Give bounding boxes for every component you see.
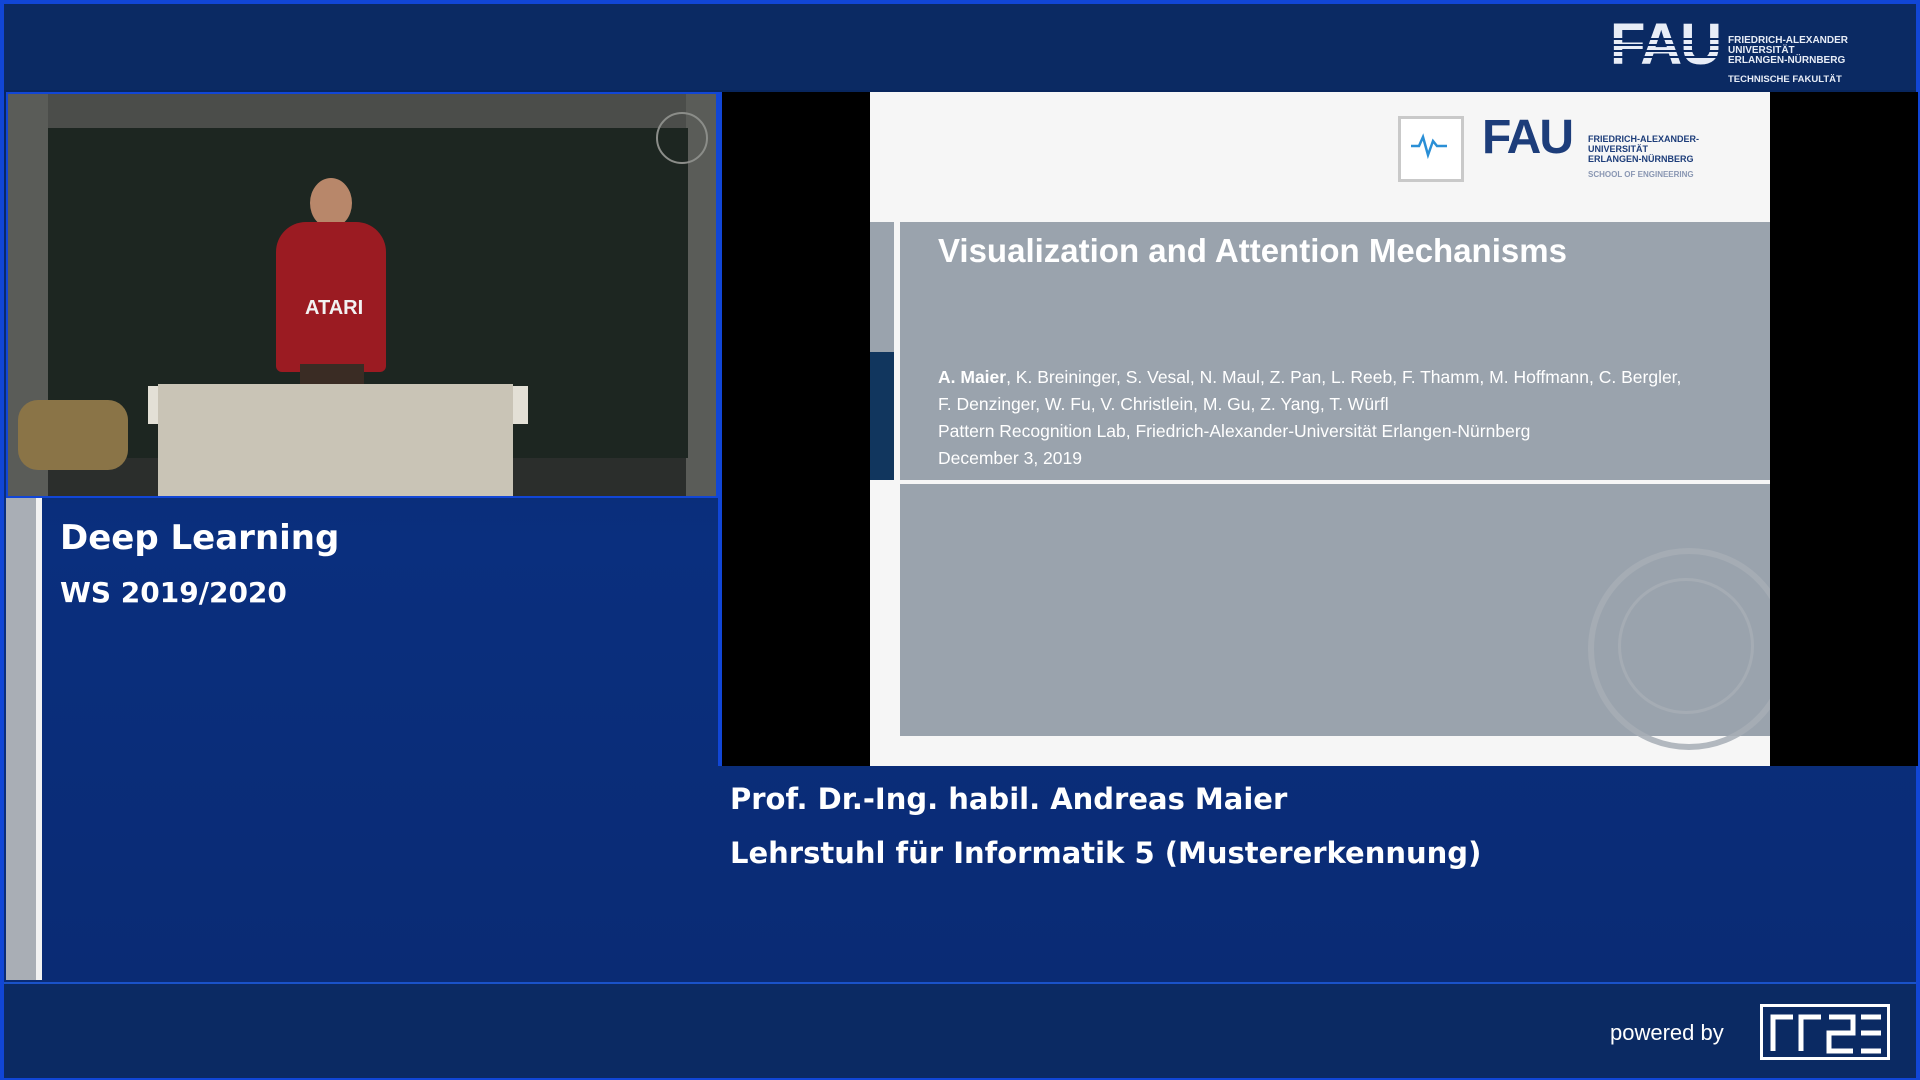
bag	[18, 400, 128, 470]
course-title: Deep Learning	[60, 518, 340, 558]
slide-affiliation: Pattern Recognition Lab, Friedrich-Alexa…	[938, 421, 1531, 441]
slide-school-label: SCHOOL OF ENGINEERING	[1588, 170, 1694, 179]
slide-fau-lines: FRIEDRICH-ALEXANDER- UNIVERSITÄT ERLANGE…	[1588, 134, 1699, 164]
slide-fau-logo: FAU	[1482, 111, 1574, 164]
header-bar: FAU FRIEDRICH-ALEXANDER UNIVERSITÄT ERLA…	[4, 4, 1916, 90]
lead-author: A. Maier	[938, 367, 1007, 387]
shirt-text: ATARI	[305, 297, 364, 319]
fau-logo-lines: FRIEDRICH-ALEXANDER UNIVERSITÄT ERLANGEN…	[1728, 36, 1848, 66]
slide-date: December 3, 2019	[938, 448, 1082, 468]
slide-fau-line-3: ERLANGEN-NÜRNBERG	[1588, 154, 1694, 164]
lab-logo-icon	[1398, 116, 1464, 182]
video-wall	[8, 94, 716, 128]
slide-view[interactable]: FAU FRIEDRICH-ALEXANDER- UNIVERSITÄT ERL…	[718, 92, 1918, 766]
slide-fau-line-2: UNIVERSITÄT	[1588, 144, 1649, 154]
slide-authors: A. Maier, K. Breininger, S. Vesal, N. Ma…	[938, 364, 1770, 472]
authors-line-2: F. Denzinger, W. Fu, V. Christlein, M. G…	[938, 394, 1389, 414]
powered-by-label: powered by	[1610, 1020, 1724, 1045]
footer-bar: powered by	[4, 982, 1916, 1078]
slide-accent-light	[870, 222, 894, 352]
lecturer-name: Prof. Dr.-Ing. habil. Andreas Maier	[730, 782, 1288, 816]
course-semester: WS 2019/2020	[60, 576, 287, 609]
fau-logo-line-3: ERLANGEN-NÜRNBERG	[1728, 55, 1846, 66]
slide: FAU FRIEDRICH-ALEXANDER- UNIVERSITÄT ERL…	[870, 92, 1770, 766]
panel-accent-strip	[6, 498, 36, 980]
slide-title-band: Visualization and Attention Mechanisms A…	[900, 222, 1770, 480]
university-seal-icon	[656, 112, 708, 164]
lecturer-head	[310, 178, 352, 228]
lecture-video[interactable]: ATARI	[6, 92, 718, 498]
lecturer-chair: Lehrstuhl für Informatik 5 (Mustererkenn…	[730, 836, 1482, 870]
desk	[158, 384, 513, 496]
fau-logo-stripes	[1610, 34, 1728, 60]
university-seal-watermark-icon	[1588, 548, 1770, 750]
authors-line-1: A. Maier, K. Breininger, S. Vesal, N. Ma…	[938, 364, 1770, 391]
fau-logo: FAU FRIEDRICH-ALEXANDER UNIVERSITÄT ERLA…	[1610, 16, 1850, 88]
rrze-logo-icon	[1760, 1004, 1890, 1060]
faculty-label: TECHNISCHE FAKULTÄT	[1728, 74, 1842, 85]
course-info-panel: Deep Learning WS 2019/2020	[6, 498, 714, 980]
slide-accent-dark	[870, 352, 894, 480]
slide-lower-band	[900, 484, 1770, 750]
slide-title: Visualization and Attention Mechanisms	[938, 232, 1567, 269]
slide-fau-line-1: FRIEDRICH-ALEXANDER-	[1588, 134, 1699, 144]
authors-rest-1: , K. Breininger, S. Vesal, N. Maul, Z. P…	[1006, 367, 1682, 387]
lecturer-panel: Prof. Dr.-Ing. habil. Andreas Maier Lehr…	[718, 770, 1914, 980]
panel-accent-line	[36, 498, 42, 980]
